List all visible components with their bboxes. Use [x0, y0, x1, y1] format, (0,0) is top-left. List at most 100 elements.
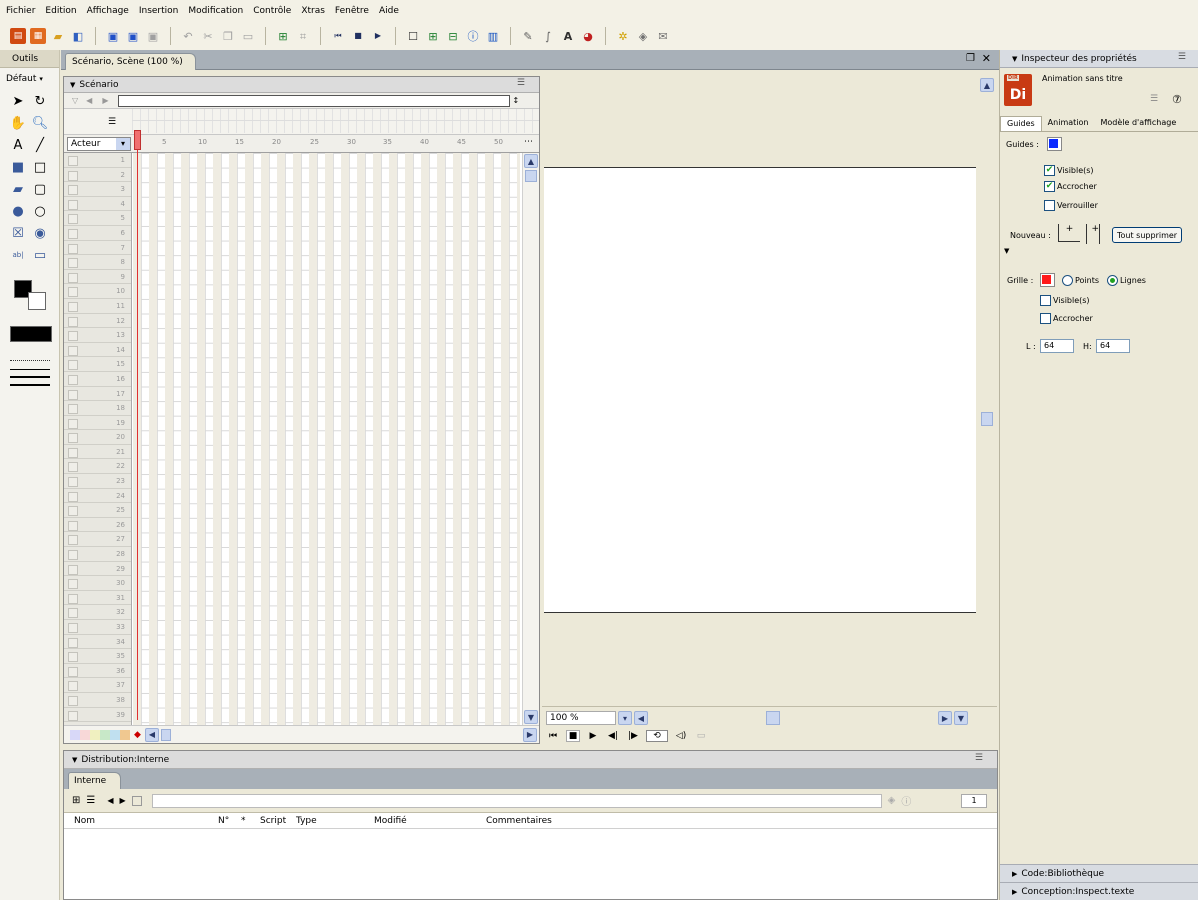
zoom-level-field[interactable]: 100 % — [546, 711, 616, 725]
sprite-channel[interactable]: 22 — [64, 459, 131, 475]
collapse-triangle-icon[interactable]: ▼ — [1004, 247, 1009, 255]
stage-window-icon[interactable]: ☐ — [405, 28, 421, 44]
sprite-channel[interactable]: 29 — [64, 562, 131, 577]
restore-window-icon[interactable]: ❐ — [966, 53, 975, 64]
stage-horizontal-scrollbar[interactable]: ◀ ▶ ▼ — [634, 711, 968, 725]
stage-canvas[interactable] — [544, 167, 976, 613]
grid-width-input[interactable]: 64 — [1040, 339, 1074, 353]
line-2px-option[interactable] — [10, 376, 50, 378]
column-header-modified[interactable]: Modifié — [374, 816, 407, 826]
display-mode-dropdown[interactable]: Acteur ▾ — [67, 136, 131, 151]
tools-mode-selector[interactable]: Défaut ▾ — [0, 68, 59, 90]
color-filter-icon[interactable] — [100, 729, 110, 740]
menu-aide[interactable]: Aide — [379, 6, 399, 16]
text-window-icon[interactable]: A — [560, 28, 576, 44]
step-back-icon[interactable]: ◀| — [606, 730, 620, 742]
grid-lines-radio[interactable] — [1107, 275, 1118, 286]
member-properties-icon[interactable]: ⓘ — [901, 793, 911, 808]
close-icon[interactable]: ✕ — [982, 52, 991, 65]
step-forward-icon[interactable]: |▶ — [626, 730, 640, 742]
sprite-channel[interactable]: 19 — [64, 416, 131, 431]
column-header-number[interactable]: N° — [218, 816, 229, 826]
sprite-channel[interactable]: 13 — [64, 328, 131, 343]
sprite-channel[interactable]: 39 — [64, 708, 131, 723]
marker-field[interactable] — [118, 94, 511, 107]
scroll-thumb[interactable] — [766, 711, 780, 725]
filled-rectangle-tool-icon[interactable]: ■ — [10, 159, 26, 175]
guides-snap-checkbox[interactable]: ✔ — [1044, 181, 1055, 192]
color-filter-icon[interactable] — [90, 729, 100, 740]
column-header-script[interactable]: Script — [260, 816, 286, 826]
tab-animation[interactable]: Animation — [1042, 116, 1095, 131]
script-icon[interactable]: ◈ — [888, 795, 896, 806]
play-icon[interactable]: ▶ — [586, 730, 600, 742]
save-all-icon[interactable]: ▣ — [125, 28, 141, 44]
sprite-channel[interactable]: 17 — [64, 387, 131, 402]
marker-resize-icon[interactable]: ↕ — [512, 96, 519, 105]
play-icon[interactable]: ▶ — [370, 28, 386, 44]
previous-marker-icon[interactable]: ◀ — [86, 96, 92, 105]
list-view-icon[interactable]: ☰ — [86, 795, 95, 806]
radio-button-tool-icon[interactable]: ◉ — [32, 225, 48, 241]
find-icon[interactable]: ⊞ — [275, 28, 291, 44]
behavior-inspector-icon[interactable]: ✲ — [615, 28, 631, 44]
grid-visible-checkbox[interactable] — [1040, 295, 1051, 306]
library-panel-header[interactable]: ▶ Code:Bibliothèque — [1000, 864, 1198, 882]
new-movie-icon[interactable]: ▤ — [10, 28, 26, 44]
playhead[interactable] — [134, 130, 141, 720]
library-icon[interactable]: ▥ — [485, 28, 501, 44]
rectangle-tool-icon[interactable]: □ — [32, 159, 48, 175]
copy-icon[interactable]: ❐ — [220, 28, 236, 44]
color-filter-icon[interactable] — [70, 729, 80, 740]
collapse-triangle-icon[interactable]: ▼ — [72, 756, 77, 764]
sprite-channel[interactable]: 11 — [64, 299, 131, 314]
collapse-triangle-icon[interactable]: ▼ — [70, 81, 75, 89]
text-inspector-panel-header[interactable]: ▶ Conception:Inspect.texte — [1000, 882, 1198, 900]
paste-icon[interactable]: ▭ — [240, 28, 256, 44]
options-menu-icon[interactable]: ☰ — [975, 753, 983, 763]
new-vertical-guide-icon[interactable]: + — [1086, 224, 1100, 244]
menu-controle[interactable]: Contrôle — [253, 6, 291, 16]
open-folder-icon[interactable]: ▰ — [50, 28, 66, 44]
playhead-jump-icon[interactable]: ◆ — [134, 730, 141, 740]
cast-member-number[interactable]: 1 — [961, 794, 987, 808]
sprite-channel[interactable]: 26 — [64, 518, 131, 533]
sprite-channel[interactable]: 21 — [64, 445, 131, 460]
menu-modification[interactable]: Modification — [188, 6, 243, 16]
checkbox-tool-icon[interactable]: ☒ — [10, 225, 26, 241]
save-icon[interactable]: ▣ — [105, 28, 121, 44]
score-vertical-scrollbar[interactable]: ▲ ▼ — [522, 153, 539, 725]
sprite-channel[interactable]: 37 — [64, 678, 131, 693]
loop-icon[interactable]: ⟲ — [646, 730, 668, 742]
stage-vertical-scrollbar[interactable]: ▲ — [980, 76, 996, 706]
rewind-icon[interactable]: ⏮ — [330, 28, 346, 44]
grid-height-input[interactable]: 64 — [1096, 339, 1130, 353]
tab-display-template[interactable]: Modèle d'affichage — [1094, 116, 1182, 131]
scroll-left-icon[interactable]: ◀ — [144, 727, 159, 742]
palette-channel[interactable] — [132, 121, 539, 133]
sprite-channel[interactable]: 28 — [64, 547, 131, 562]
sprite-channel[interactable]: 34 — [64, 635, 131, 650]
zoom-menu-icon[interactable]: ⋯ — [524, 137, 533, 147]
sprite-channel[interactable]: 38 — [64, 693, 131, 708]
score-title-bar[interactable]: ▼ Scénario ☰ — [64, 77, 539, 93]
scroll-thumb[interactable] — [525, 170, 537, 182]
sprite-channel[interactable]: 2 — [64, 168, 131, 183]
sprite-channel[interactable]: 16 — [64, 372, 131, 387]
sprite-channel[interactable]: 4 — [64, 197, 131, 212]
collapse-triangle-icon[interactable]: ▼ — [1012, 55, 1017, 63]
options-menu-icon[interactable]: ☰ — [517, 78, 525, 88]
tab-guides[interactable]: Guides — [1000, 116, 1042, 131]
scroll-right-icon[interactable]: ▶ — [523, 727, 537, 742]
sprite-channel[interactable]: 5 — [64, 211, 131, 226]
undo-icon[interactable]: ↶ — [180, 28, 196, 44]
filled-round-rect-tool-icon[interactable]: ▰ — [10, 181, 26, 197]
sprite-channel[interactable]: 25 — [64, 503, 131, 518]
publish-icon[interactable]: ▣ — [145, 28, 161, 44]
hide-channels-icon[interactable]: ☰ — [108, 117, 116, 127]
marker-icon[interactable]: ▽ — [72, 96, 78, 105]
sprite-channel[interactable]: 31 — [64, 591, 131, 606]
tempo-channel[interactable] — [132, 109, 539, 121]
delete-all-guides-button[interactable]: Tout supprimer — [1112, 227, 1183, 243]
ellipse-tool-icon[interactable]: ○ — [32, 203, 48, 219]
